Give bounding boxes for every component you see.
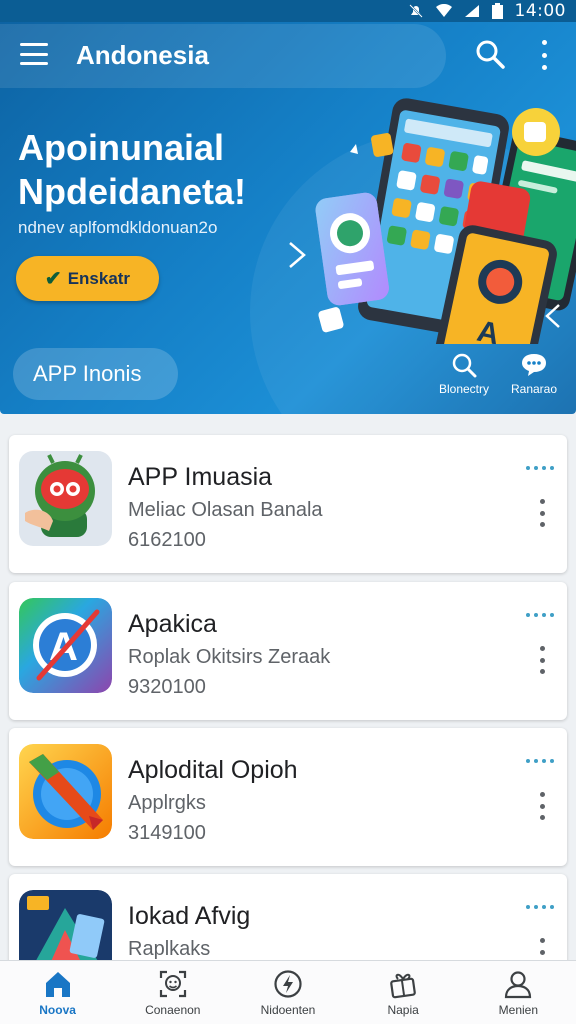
app-name: Iokad Afvig xyxy=(128,902,251,930)
nav-item-conaenon[interactable]: Conaenon xyxy=(115,961,230,1024)
nav-item-home[interactable]: Noova xyxy=(0,961,115,1024)
notifications-muted-icon xyxy=(408,4,423,18)
nav-label: Nidoenten xyxy=(260,1003,316,1017)
menu-icon-line xyxy=(20,62,48,65)
hero-title: Apoinunaial Npdeidaneta! xyxy=(18,127,247,212)
app-more-horizontal-icon[interactable] xyxy=(526,756,554,766)
app-more-horizontal-icon[interactable] xyxy=(526,902,554,912)
phones-illustration: A xyxy=(315,98,576,344)
status-bar: 14:00 xyxy=(0,0,576,22)
app-subtitle: Roplak Okitsirs Zeraak xyxy=(128,646,331,668)
wifi-icon xyxy=(435,4,452,17)
app-name: Apakica xyxy=(128,610,217,638)
search-button[interactable] xyxy=(474,38,506,70)
nav-item-napia[interactable]: Napia xyxy=(346,961,461,1024)
app-name: APP Imuasia xyxy=(128,463,273,491)
dot xyxy=(541,52,547,58)
app-subtitle: Meliac Olasan Banala xyxy=(128,499,323,521)
menu-icon-line xyxy=(20,52,48,56)
quick-action-search[interactable]: Blonectry xyxy=(429,352,499,396)
app-meta: 9320100 xyxy=(128,676,206,698)
app-meta: 3149100 xyxy=(128,822,206,844)
nav-label: Menien xyxy=(498,1003,539,1017)
app-overflow-menu-icon[interactable] xyxy=(535,646,549,674)
app-title: Andonesia xyxy=(76,40,209,70)
app-name: Aplodital Opioh xyxy=(128,756,298,784)
app-overflow-menu-icon[interactable] xyxy=(535,792,549,820)
bolt-icon xyxy=(274,970,302,998)
compass-app-icon: A xyxy=(19,598,112,693)
app-list-item[interactable]: Aplodital Opioh Applrgks 3149100 xyxy=(9,728,567,866)
robot-app-icon xyxy=(19,451,112,546)
knife-app-icon xyxy=(19,744,112,839)
quick-action-label: Blonectry xyxy=(438,382,490,396)
dot xyxy=(541,65,547,70)
app-more-horizontal-icon[interactable] xyxy=(526,610,554,620)
app-list-item[interactable]: A Apakica Roplak Okitsirs Zeraak 9320100 xyxy=(9,582,567,720)
menu-icon-line xyxy=(20,43,48,46)
search-icon xyxy=(452,353,477,378)
app-subtitle: Raplkaks xyxy=(128,938,211,960)
app-more-horizontal-icon[interactable] xyxy=(526,463,554,473)
nav-item-nidoenten[interactable]: Nidoenten xyxy=(230,961,345,1024)
status-time: 14:00 xyxy=(514,1,566,21)
nav-label: Noova xyxy=(39,1003,76,1017)
app-bar: Andonesia xyxy=(0,22,576,88)
hero-cta-button[interactable]: ✔ Enskatr xyxy=(16,256,159,301)
signal-icon xyxy=(464,5,479,17)
nav-label: Conaenon xyxy=(145,1003,201,1017)
nav-item-menien[interactable]: Menien xyxy=(461,961,576,1024)
check-icon: ✔ xyxy=(44,268,62,290)
face-frame-icon xyxy=(159,970,186,998)
app-list-item[interactable]: APP Imuasia Meliac Olasan Banala 6162100 xyxy=(9,435,567,573)
menu-button[interactable] xyxy=(18,40,50,68)
header-banner: Andonesia Apoinunaial Npdeidaneta! ndnev… xyxy=(0,22,576,414)
app-bar-pill xyxy=(0,24,446,88)
nav-label: Napia xyxy=(387,1003,419,1017)
hero-cta-label: Enskatr xyxy=(67,268,131,288)
home-icon xyxy=(45,972,70,997)
app-subtitle: Applrgks xyxy=(128,792,206,814)
person-icon xyxy=(505,971,532,999)
carousel-next-chevron-icon[interactable] xyxy=(286,240,308,270)
battery-icon xyxy=(491,3,503,19)
app-overflow-menu-icon[interactable] xyxy=(535,499,549,527)
dot xyxy=(541,40,547,45)
gift-icon xyxy=(390,973,417,999)
app-meta: 6162100 xyxy=(128,529,206,551)
quick-action-chat[interactable]: Ranarao xyxy=(499,352,569,396)
category-pill[interactable]: APP Inonis xyxy=(13,348,178,400)
carousel-prev-chevron-icon[interactable] xyxy=(543,302,563,330)
hero-subtitle: ndnev aplfomdkldonuan2o xyxy=(18,218,218,237)
bottom-navigation: Noova Conaenon Nidoenten Napia Menien xyxy=(0,960,576,1024)
quick-action-label: Ranarao xyxy=(510,382,558,396)
chat-icon xyxy=(522,354,546,376)
more-options-button[interactable] xyxy=(530,40,558,70)
